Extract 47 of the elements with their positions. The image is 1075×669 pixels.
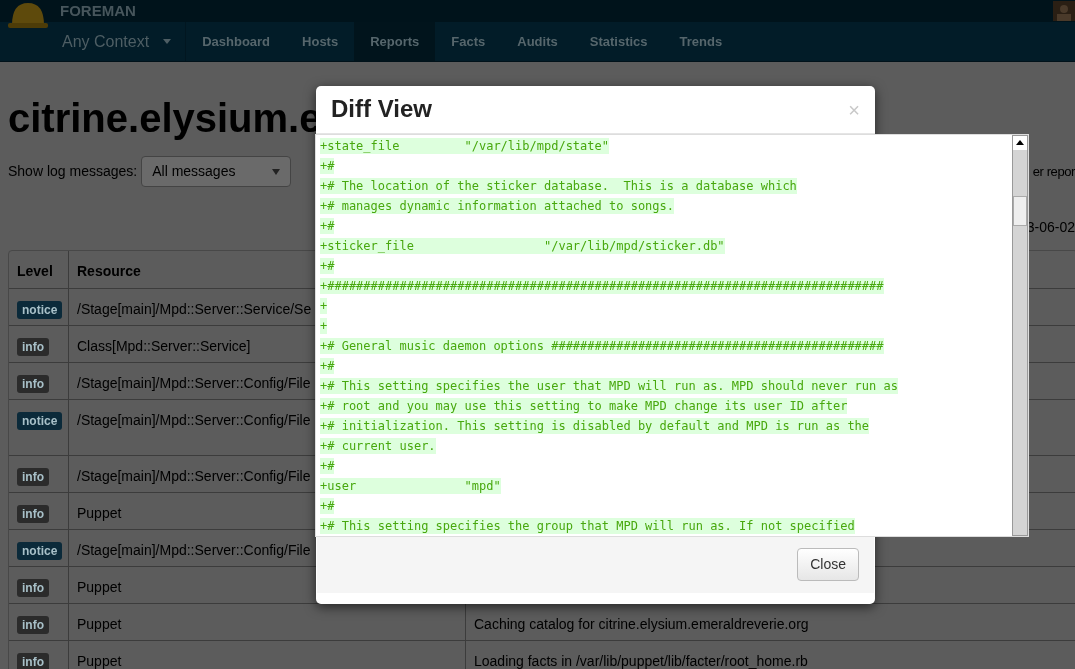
- resource-text: Class[Mpd::Server::Service]: [77, 338, 251, 354]
- nav-tab[interactable]: Trends: [663, 22, 739, 61]
- dialog-title: Diff View: [331, 95, 432, 124]
- message-text: Loading facts in /var/lib/puppet/lib/facter/root_home.rb: [474, 653, 808, 669]
- level-tag: notice: [17, 412, 63, 430]
- helmet-logo: [8, 0, 48, 29]
- resource-text: Puppet: [77, 505, 122, 521]
- nav-tab[interactable]: Audits: [501, 22, 574, 61]
- level-tag: info: [17, 505, 49, 523]
- avatar-icon[interactable]: [1053, 1, 1075, 21]
- nav-tab[interactable]: Reports: [354, 22, 436, 61]
- level-tag: notice: [17, 301, 63, 319]
- resource-text: /Stage[main]/Mpd::Server::Config/File: [77, 375, 311, 391]
- level-tag: info: [17, 616, 49, 634]
- scroll-up-icon[interactable]: [1013, 136, 1027, 150]
- level-tag: info: [17, 579, 49, 597]
- level-tag: info: [17, 338, 49, 356]
- nav-tab[interactable]: Statistics: [573, 22, 664, 61]
- level-tag: info: [17, 653, 49, 669]
- resource-text: Puppet: [77, 616, 122, 632]
- close-button[interactable]: Close: [797, 548, 859, 581]
- resource-text: Puppet: [77, 579, 122, 595]
- resource-text: /Stage[main]/Mpd::Server::Service/Se: [77, 301, 312, 317]
- resource-text: Puppet: [77, 653, 122, 669]
- message-text: Caching catalog for citrine.elysium.emeraldreverie.org: [474, 616, 809, 632]
- log-filter-select[interactable]: All messages: [141, 156, 292, 187]
- date-fragment: 3-06-02: [1026, 218, 1075, 237]
- brand-name: FOREMAN: [60, 0, 136, 21]
- resource-text: /Stage[main]/Mpd::Server::Config/File: [77, 542, 311, 558]
- nav-tab[interactable]: Dashboard: [186, 22, 287, 61]
- caret-icon: [163, 39, 172, 44]
- scroll-thumb[interactable]: [1013, 196, 1027, 226]
- nav-tab[interactable]: Hosts: [286, 22, 355, 61]
- column-header: Level: [17, 263, 53, 279]
- level-tag: info: [17, 375, 49, 393]
- context-dropdown[interactable]: Any Context: [48, 22, 187, 61]
- resource-text: /Stage[main]/Mpd::Server::Config/File: [77, 412, 311, 428]
- filter-label: Show log messages:: [8, 162, 138, 181]
- level-tag: notice: [17, 542, 63, 560]
- caret-icon: [272, 168, 281, 175]
- report-button-fragment[interactable]: er repor: [1032, 161, 1075, 182]
- page-heading: citrine.elysium.e: [8, 98, 322, 138]
- column-header: Resource: [77, 263, 141, 279]
- scrollbar[interactable]: [1012, 135, 1028, 536]
- resource-text: /Stage[main]/Mpd::Server::Config/File: [77, 468, 311, 484]
- level-tag: info: [17, 468, 49, 486]
- nav-tab[interactable]: Facts: [435, 22, 502, 61]
